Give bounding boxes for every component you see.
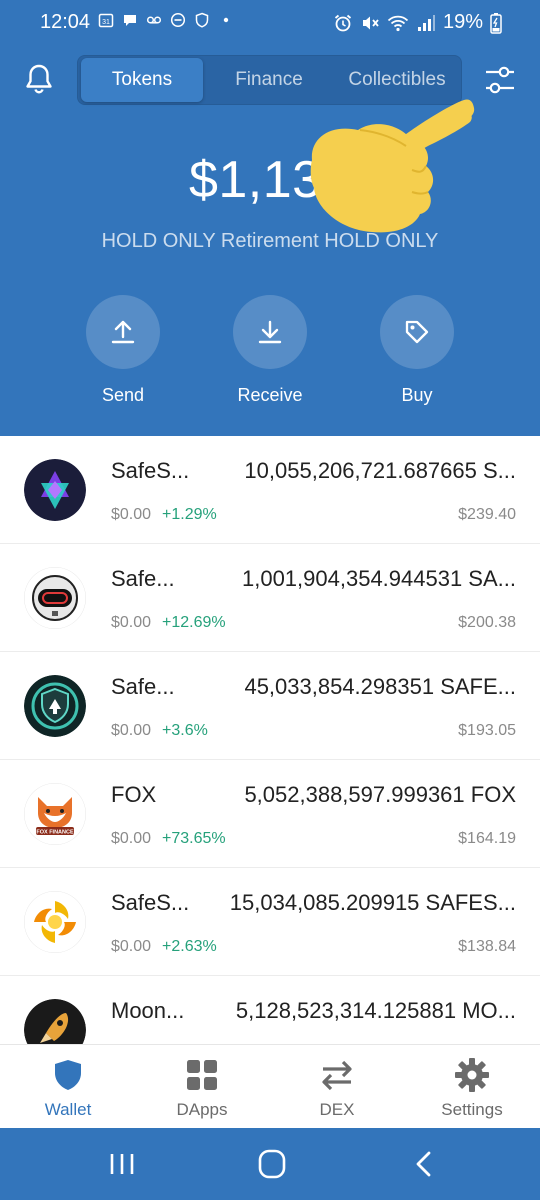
voicemail-icon (146, 16, 162, 24)
battery-charging-icon (490, 12, 502, 34)
token-value: $164.19 (458, 830, 516, 847)
filter-sliders-icon[interactable] (482, 62, 518, 98)
send-circle (86, 295, 160, 369)
token-name: Safe... (111, 566, 175, 591)
token-value: $239.40 (458, 506, 516, 523)
receive-circle (233, 295, 307, 369)
token-name: SafeS... (111, 890, 190, 915)
token-row[interactable]: Safe... 45,033,854.298351 SAFE... $0.00 … (0, 652, 540, 760)
token-price: $0.00 (111, 830, 152, 847)
receive-button[interactable]: Receive (232, 295, 308, 406)
token-name: Moon... (111, 998, 185, 1023)
swap-arrows-icon (322, 1060, 352, 1091)
token-amount: 5,052,388,597.999361 FOX (244, 782, 516, 807)
buy-label: Buy (401, 385, 433, 405)
nav-dapps-label: DApps (176, 1100, 228, 1119)
wallet-header: 12:04 31 19% Tokens Finance Collectibles (0, 0, 540, 436)
pointing-hand-emoji-overlay (310, 99, 475, 233)
nav-wallet-label: Wallet (44, 1100, 92, 1119)
token-row[interactable]: SafeS... 10,055,206,721.687665 S... $0.0… (0, 436, 540, 544)
token-row[interactable]: SafeS... 15,034,085.209915 SAFES... $0.0… (0, 868, 540, 976)
nav-dapps[interactable]: DApps (142, 1057, 262, 1120)
safemoon-token-icon (24, 675, 86, 737)
token-change: +1.29% (162, 506, 217, 523)
status-bar: 12:04 31 19% (0, 0, 540, 44)
moon-rocket-token-icon (24, 999, 86, 1044)
tab-tokens[interactable]: Tokens (81, 58, 203, 102)
token-name: SafeS... (111, 458, 190, 483)
android-system-nav (0, 1128, 540, 1200)
token-change: +12.69% (162, 614, 226, 631)
nav-dex-label: DEX (319, 1100, 355, 1119)
send-button[interactable]: Send (85, 295, 161, 406)
token-value: $138.84 (458, 938, 516, 955)
tag-icon (405, 320, 429, 344)
svg-text:FOX FINANCE: FOX FINANCE (36, 830, 74, 836)
shield-icon (55, 1060, 81, 1090)
astronaut-helmet-token-icon (24, 567, 86, 629)
arrow-down-icon (258, 320, 282, 344)
notification-icons: 31 (98, 12, 234, 28)
back-icon[interactable] (404, 1148, 444, 1180)
fox-finance-token-icon: FOX FINANCE (24, 783, 86, 845)
token-row[interactable]: Safe... 1,001,904,354.944531 SA... $0.00… (0, 544, 540, 652)
safestar-token-icon (24, 459, 86, 521)
bell-icon[interactable] (22, 62, 56, 96)
svg-text:31: 31 (102, 19, 110, 26)
shield-status-icon (195, 12, 209, 28)
token-amount: 15,034,085.209915 SAFES... (229, 890, 516, 915)
token-name: Safe... (111, 674, 175, 699)
nav-settings[interactable]: Settings (412, 1057, 532, 1120)
do-not-disturb-icon (170, 12, 186, 28)
token-list: SafeS... 10,055,206,721.687665 S... $0.0… (0, 436, 540, 1044)
buy-circle (380, 295, 454, 369)
bottom-navigation: Wallet DApps DEX Settings (0, 1044, 540, 1128)
token-row[interactable]: FOX FINANCE FOX 5,052,388,597.999361 FOX… (0, 760, 540, 868)
token-change: +2.63% (162, 938, 217, 955)
system-status-icons: 19% (333, 11, 502, 34)
token-price: $0.00 (111, 506, 152, 523)
alarm-icon (334, 14, 352, 31)
token-change: +73.65% (162, 830, 226, 847)
home-icon[interactable] (252, 1148, 292, 1180)
send-label: Send (101, 385, 145, 405)
safesun-token-icon (24, 891, 86, 953)
arrow-up-icon (111, 320, 135, 344)
recent-apps-icon[interactable] (102, 1148, 142, 1180)
receive-label: Receive (237, 385, 303, 405)
token-change: +3.6% (162, 722, 208, 739)
token-value: $193.05 (458, 722, 516, 739)
battery-percent: 19% (442, 11, 483, 33)
token-row[interactable]: Moon... 5,128,523,314.125881 MO... (0, 976, 540, 1044)
dot-icon (223, 17, 229, 23)
token-amount: 10,055,206,721.687665 S... (244, 458, 516, 483)
token-name: FOX (111, 782, 157, 807)
wifi-icon (387, 15, 409, 31)
mute-icon (362, 16, 379, 29)
calendar-icon: 31 (98, 13, 114, 28)
token-amount: 5,128,523,314.125881 MO... (235, 998, 516, 1023)
grid-icon (187, 1060, 217, 1090)
nav-settings-label: Settings (441, 1100, 503, 1119)
buy-button[interactable]: Buy (379, 295, 455, 406)
gear-icon (455, 1058, 489, 1092)
token-amount: 1,001,904,354.944531 SA... (241, 566, 516, 591)
token-value: $200.38 (458, 614, 516, 631)
chat-icon (124, 15, 136, 26)
nav-dex[interactable]: DEX (277, 1057, 397, 1120)
token-price: $0.00 (111, 938, 152, 955)
token-amount: 45,033,854.298351 SAFE... (244, 674, 516, 699)
nav-wallet[interactable]: Wallet (8, 1057, 128, 1120)
status-time: 12:04 (40, 11, 91, 33)
token-price: $0.00 (111, 614, 152, 631)
signal-icon (417, 14, 435, 31)
token-price: $0.00 (111, 722, 152, 739)
